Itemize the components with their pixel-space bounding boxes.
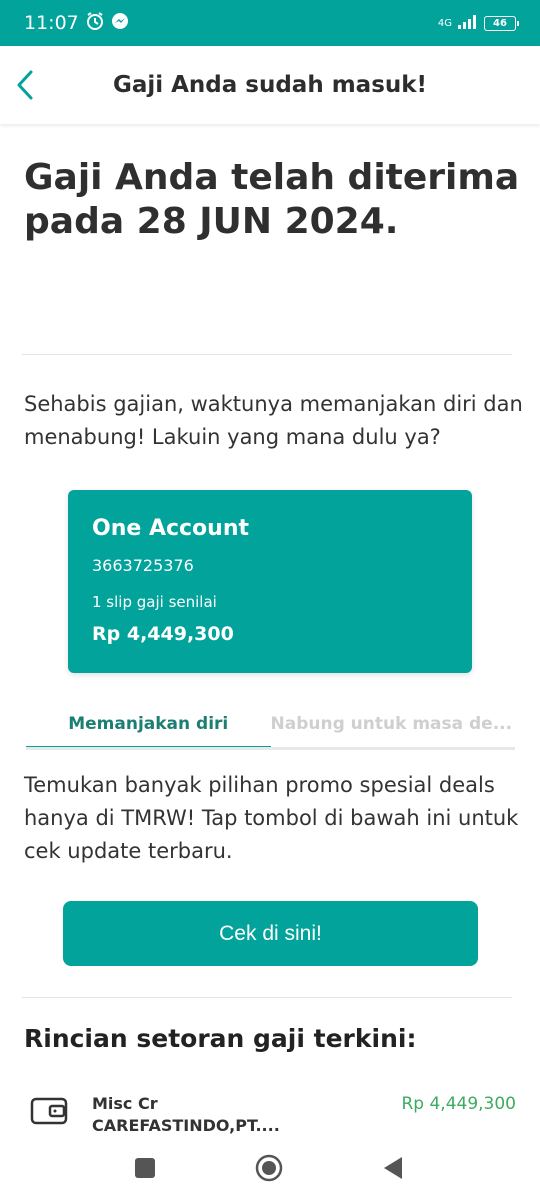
transaction-name: Misc Cr (92, 1094, 158, 1113)
section-title: Rincian setoran gaji terkini: (24, 1024, 417, 1053)
battery-icon: 46 (484, 15, 519, 31)
intro-text: Sehabis gajian, waktunya memanjakan diri… (24, 392, 523, 449)
account-card[interactable]: One Account 3663725376 1 slip gaji senil… (68, 490, 472, 673)
tab-memanjakan-diri[interactable]: Memanjakan diri (26, 700, 271, 747)
cek-button[interactable]: Cek di sini! (63, 901, 478, 966)
header-title: Gaji Anda sudah masuk! (112, 72, 428, 98)
status-time: 11:07 (24, 12, 79, 34)
battery-level: 46 (493, 17, 507, 29)
transaction-amount: Rp 4,449,300 (401, 1094, 516, 1114)
nav-bar (0, 1140, 540, 1200)
back-arrow-icon[interactable] (14, 68, 36, 102)
card-title: One Account (92, 516, 250, 541)
status-bar: 11:07 4G 46 (0, 0, 540, 46)
card-amount: Rp 4,449,300 (92, 623, 234, 645)
divider (22, 997, 512, 998)
page-title: Gaji Anda telah diterima pada 28 JUN 202… (24, 157, 520, 242)
nav-back-icon[interactable] (380, 1155, 406, 1181)
header: Gaji Anda sudah masuk! (0, 46, 540, 124)
wallet-icon (30, 1097, 68, 1125)
network-label: 4G (437, 17, 452, 29)
tab-nabung[interactable]: Nabung untuk masa de... (271, 700, 516, 747)
account-number: 3663725376 (92, 556, 194, 575)
slip-label: 1 slip gaji senilai (92, 593, 217, 611)
alarm-icon (85, 11, 105, 36)
nav-home-icon[interactable] (254, 1153, 284, 1183)
nav-recents-icon[interactable] (132, 1155, 158, 1181)
promo-text: Temukan banyak pilihan promo spesial dea… (24, 773, 519, 863)
tab-bar: Memanjakan diri Nabung untuk masa de... (26, 700, 515, 750)
transaction-sub: CAREFASTINDO,PT.... (92, 1116, 280, 1135)
divider (22, 354, 512, 355)
signal-icon (458, 14, 478, 32)
transaction-row[interactable]: Misc Cr CAREFASTINDO,PT.... Rp 4,449,300 (24, 1090, 516, 1140)
messenger-icon (111, 12, 129, 35)
